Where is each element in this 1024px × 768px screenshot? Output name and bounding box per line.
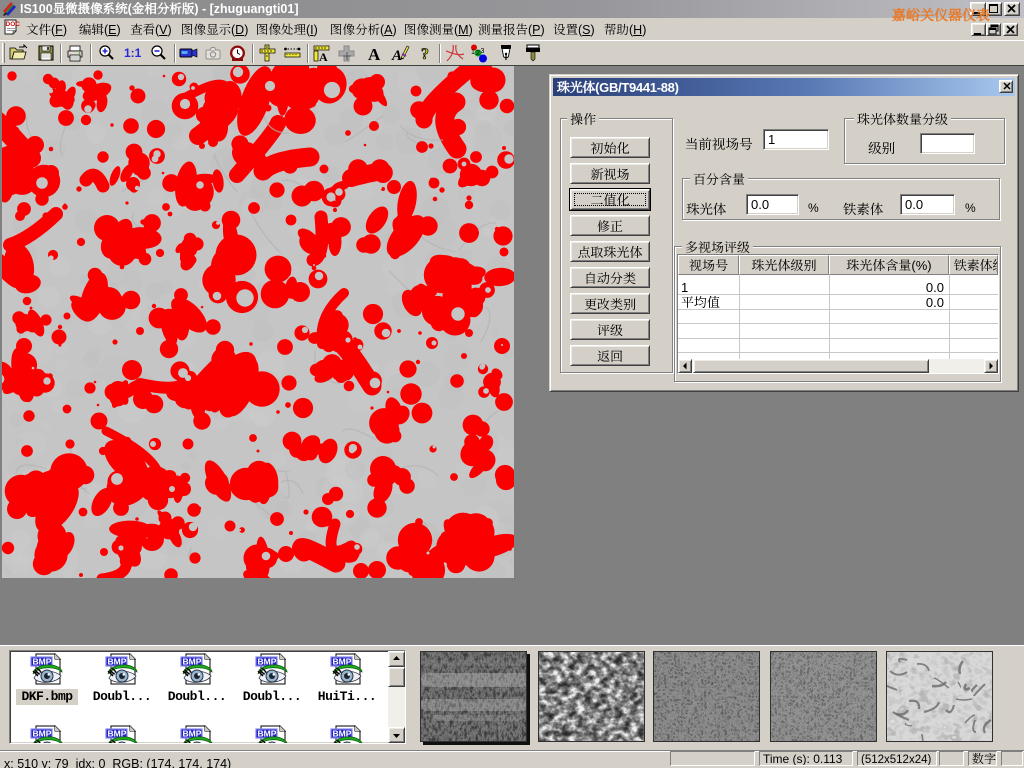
svg-text:2: 2 [476,50,480,57]
svg-text:?: ? [421,46,429,63]
svg-text:A: A [368,45,381,63]
svg-text:3: 3 [481,48,485,55]
svg-text:DOC: DOC [6,21,21,28]
svg-text:1:1: 1:1 [124,46,142,60]
svg-text:A: A [319,50,328,63]
svg-text:A: A [391,48,402,63]
svg-text:1: 1 [471,49,475,56]
